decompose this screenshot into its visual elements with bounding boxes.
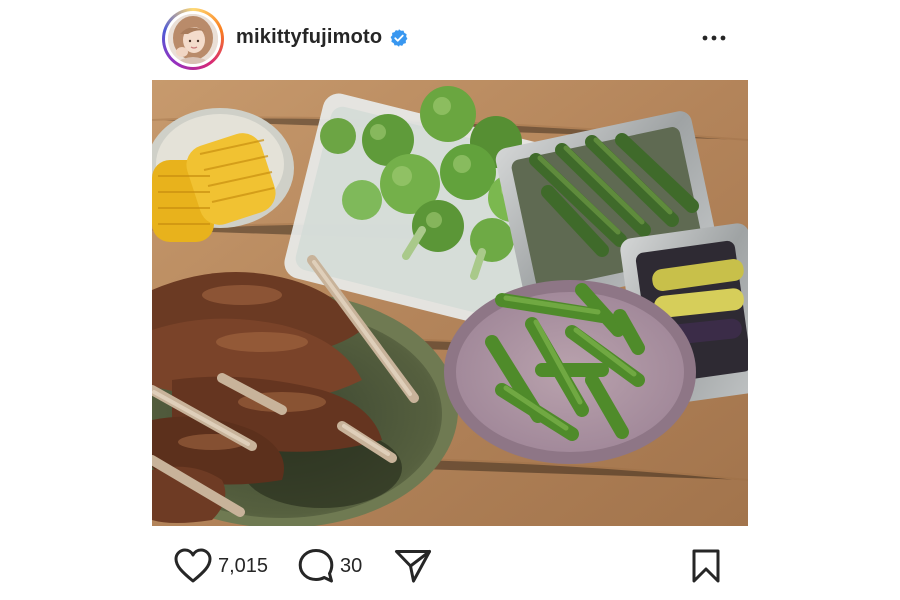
username-link[interactable]: mikittyfujimoto xyxy=(236,26,382,49)
share-button[interactable] xyxy=(394,546,432,586)
comment-button[interactable]: 30 xyxy=(298,546,362,586)
post-photo[interactable] xyxy=(152,80,748,526)
likes-count[interactable]: 7,015 xyxy=(218,555,268,578)
bookmark-icon xyxy=(692,549,720,583)
post-actions: 7,015 30 xyxy=(174,546,734,586)
instagram-post: mikittyfujimoto 7,015 30 xyxy=(0,0,900,600)
save-button[interactable] xyxy=(690,546,722,586)
heart-icon xyxy=(174,548,212,583)
post-header: mikittyfujimoto xyxy=(162,8,752,70)
food-photo-illustration xyxy=(152,80,748,526)
verified-badge-icon xyxy=(390,28,408,47)
paper-plane-icon xyxy=(395,550,431,583)
username-row: mikittyfujimoto xyxy=(236,26,409,49)
comment-bubble-icon xyxy=(298,549,334,583)
like-button[interactable]: 7,015 xyxy=(174,546,268,586)
comments-count[interactable]: 30 xyxy=(340,555,362,578)
story-ring[interactable] xyxy=(162,8,224,70)
profile-avatar[interactable] xyxy=(168,14,218,64)
more-options-icon[interactable] xyxy=(700,30,728,46)
